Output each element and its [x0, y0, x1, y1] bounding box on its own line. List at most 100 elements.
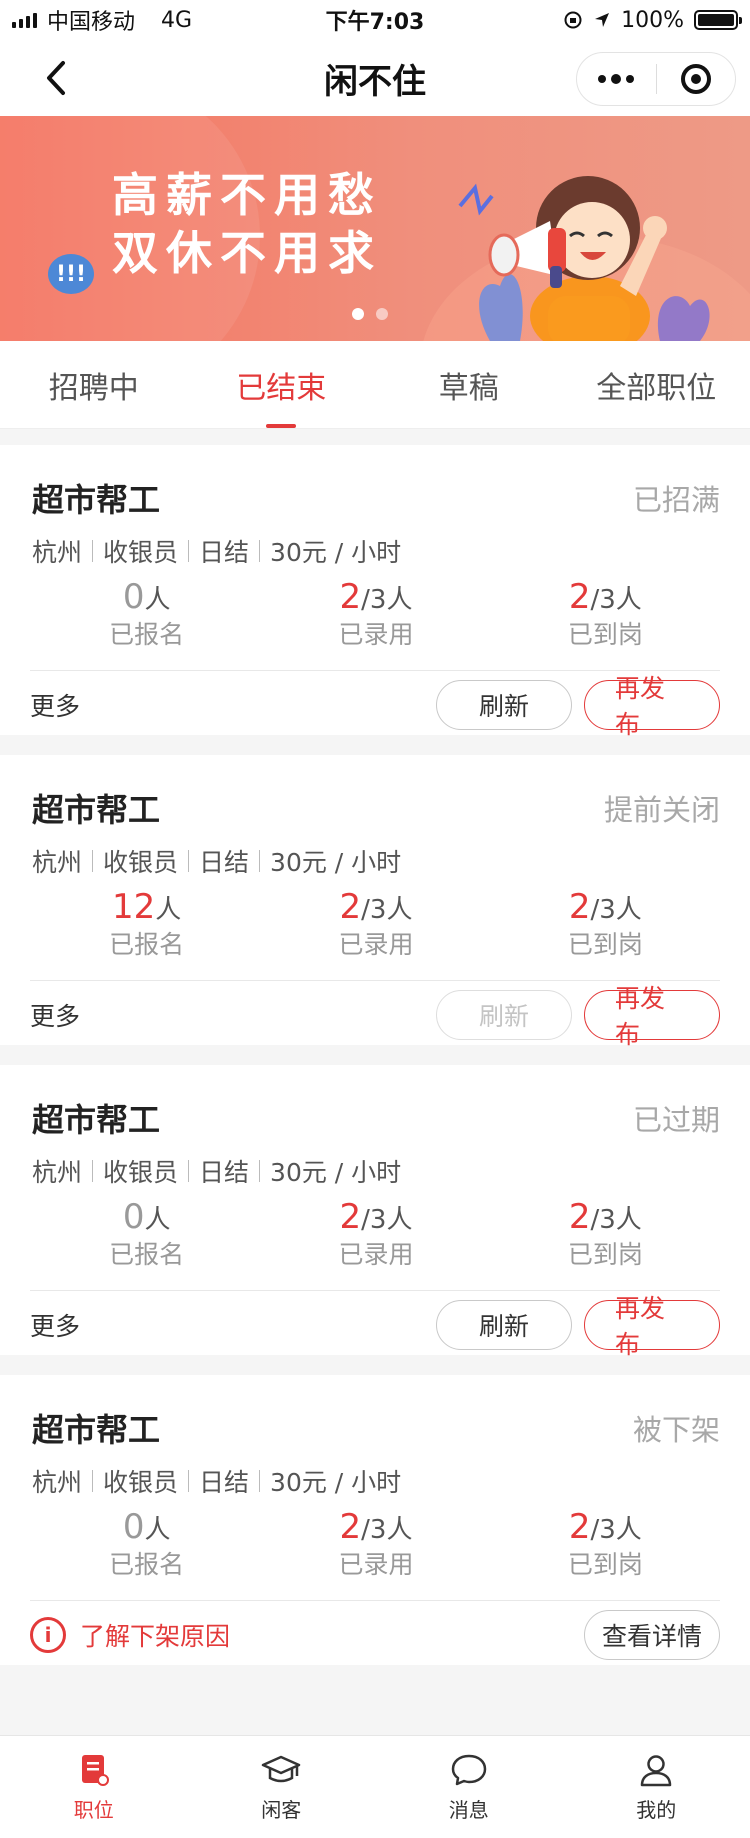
- job-role: 收银员: [103, 848, 179, 877]
- job-city: 杭州: [32, 538, 83, 567]
- stat-arrived: 2/3人 已到岗: [491, 887, 720, 967]
- tab-all-jobs[interactable]: 全部职位: [563, 341, 750, 428]
- signed-count: 0: [122, 1507, 145, 1547]
- job-card[interactable]: 超市帮工 提前关闭 杭州 收银员 日结 30元 / 小时 12人 已报名 2/3…: [0, 755, 750, 1049]
- close-miniapp-button[interactable]: [657, 53, 736, 105]
- more-link[interactable]: 更多: [30, 1307, 424, 1343]
- tabbar-item-jobs[interactable]: 职位: [0, 1736, 188, 1838]
- location-icon: [595, 13, 610, 27]
- more-link[interactable]: 更多: [30, 687, 424, 723]
- promo-banner[interactable]: 高薪不用愁 双休不用求 !!!: [0, 116, 750, 341]
- miniapp-capsule: [576, 52, 736, 106]
- job-stats: 0人 已报名 2/3人 已录用 2/3人 已到岗: [32, 1507, 720, 1587]
- job-stats: 0人 已报名 2/3人 已录用 2/3人 已到岗: [32, 1197, 720, 1277]
- republish-button[interactable]: 再发布: [584, 1294, 720, 1359]
- banner-line-2: 双休不用求: [112, 226, 382, 280]
- tabbar-item-messages[interactable]: 消息: [375, 1736, 563, 1838]
- hired-count: 2: [339, 577, 362, 617]
- job-stats: 0人 已报名 2/3人 已录用 2/3人 已到岗: [32, 577, 720, 657]
- exclamation-bubble-icon: !!!: [48, 254, 94, 294]
- signed-unit: 人: [155, 895, 182, 925]
- tabbar-label: 职位: [73, 1797, 114, 1822]
- tab-recruiting[interactable]: 招聘中: [0, 341, 188, 428]
- arrived-label: 已到岗: [567, 930, 643, 959]
- arrived-total: /3人: [590, 1205, 642, 1235]
- status-left: 中国移动 4G: [12, 4, 192, 36]
- hired-total: /3人: [361, 1515, 413, 1545]
- tabbar-item-profile[interactable]: 我的: [563, 1736, 750, 1838]
- orientation-lock-icon: [564, 11, 582, 29]
- job-pay: 30元 / 小时: [270, 538, 402, 567]
- stat-signed-up: 0人 已报名: [32, 577, 261, 657]
- tabbar-label: 消息: [448, 1797, 489, 1822]
- arrived-total: /3人: [590, 895, 642, 925]
- tabbar-item-workers[interactable]: 闲客: [188, 1736, 376, 1838]
- stat-signed-up: 12人 已报名: [32, 887, 261, 967]
- job-pay: 30元 / 小时: [270, 1468, 402, 1497]
- job-settlement: 日结: [199, 1158, 250, 1187]
- signed-label: 已报名: [109, 1550, 185, 1579]
- job-meta: 杭州 收银员 日结 30元 / 小时: [32, 1463, 401, 1499]
- signed-unit: 人: [144, 585, 171, 615]
- signed-label: 已报名: [109, 930, 185, 959]
- banner-line-1: 高薪不用愁: [112, 168, 382, 222]
- stat-arrived: 2/3人 已到岗: [491, 577, 720, 657]
- job-pay: 30元 / 小时: [270, 848, 402, 877]
- signed-label: 已报名: [109, 620, 185, 649]
- signed-label: 已报名: [109, 1240, 185, 1269]
- signed-count: 0: [122, 577, 145, 617]
- hired-total: /3人: [361, 1205, 413, 1235]
- signed-unit: 人: [144, 1205, 171, 1235]
- job-card[interactable]: 超市帮工 被下架 杭州 收银员 日结 30元 / 小时 0人 已报名 2/3人 …: [0, 1375, 750, 1665]
- info-icon: i: [30, 1617, 66, 1653]
- job-card[interactable]: 超市帮工 已招满 杭州 收银员 日结 30元 / 小时 0人 已报名 2/3人 …: [0, 445, 750, 739]
- battery-percent: 100%: [621, 7, 684, 33]
- arrived-count: 2: [568, 887, 591, 927]
- job-role: 收银员: [103, 538, 179, 567]
- job-status: 已招满: [632, 483, 720, 517]
- arrived-count: 2: [568, 1197, 591, 1237]
- tabbar-label: 闲客: [261, 1797, 302, 1822]
- chevron-left-icon: [47, 61, 65, 95]
- job-city: 杭州: [32, 1468, 83, 1497]
- pager-dot-active: [352, 308, 364, 320]
- signed-count: 0: [122, 1197, 145, 1237]
- bottom-tab-bar: 职位 闲客 消息 我的: [0, 1735, 750, 1838]
- job-title: 超市帮工: [32, 791, 161, 829]
- job-stats: 12人 已报名 2/3人 已录用 2/3人 已到岗: [32, 887, 720, 967]
- job-city: 杭州: [32, 848, 83, 877]
- arrived-label: 已到岗: [567, 1240, 643, 1269]
- job-card[interactable]: 超市帮工 已过期 杭州 收银员 日结 30元 / 小时 0人 已报名 2/3人 …: [0, 1065, 750, 1359]
- republish-button[interactable]: 再发布: [584, 674, 720, 739]
- republish-button[interactable]: 再发布: [584, 984, 720, 1049]
- graduation-cap-icon: [261, 1752, 301, 1788]
- job-status: 提前关闭: [603, 793, 720, 827]
- tab-ended[interactable]: 已结束: [188, 341, 376, 428]
- tab-drafts[interactable]: 草稿: [375, 341, 563, 428]
- signal-icon: [12, 12, 37, 28]
- more-menu-button[interactable]: [577, 53, 656, 105]
- view-details-button[interactable]: 查看详情: [584, 1610, 720, 1660]
- carrier-label: 中国移动: [47, 10, 136, 35]
- card-actions: 更多 刷新 再发布: [30, 674, 720, 739]
- back-button[interactable]: [36, 58, 76, 98]
- chat-bubble-icon: [449, 1752, 489, 1788]
- user-icon: [636, 1752, 676, 1788]
- hired-label: 已录用: [338, 620, 414, 649]
- signed-unit: 人: [144, 1515, 171, 1545]
- more-link[interactable]: 更多: [30, 997, 424, 1033]
- target-icon: [680, 64, 711, 94]
- page-title: 闲不住: [324, 61, 426, 102]
- stat-hired: 2/3人 已录用: [261, 1507, 490, 1587]
- hired-label: 已录用: [338, 1240, 414, 1269]
- hired-count: 2: [339, 1197, 362, 1237]
- arrived-count: 2: [568, 1507, 591, 1547]
- refresh-button[interactable]: 刷新: [436, 680, 572, 730]
- job-pay: 30元 / 小时: [270, 1158, 402, 1187]
- takedown-reason-link[interactable]: i 了解下架原因: [30, 1617, 572, 1653]
- arrived-total: /3人: [590, 1515, 642, 1545]
- card-actions: i 了解下架原因 查看详情: [30, 1605, 720, 1665]
- job-title: 超市帮工: [32, 1101, 161, 1139]
- refresh-button[interactable]: 刷新: [436, 1300, 572, 1350]
- job-role: 收银员: [103, 1468, 179, 1497]
